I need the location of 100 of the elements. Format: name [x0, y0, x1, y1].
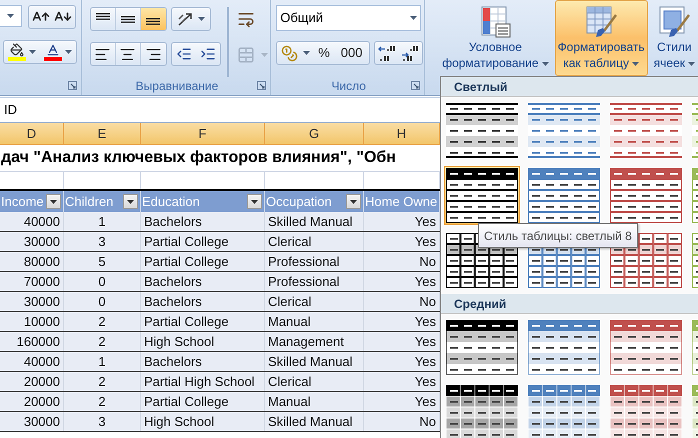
table-cell: 0: [64, 292, 141, 311]
dialog-launcher-icon[interactable]: [257, 81, 266, 90]
decrease-indent-icon[interactable]: [176, 46, 192, 62]
table-cell: High School: [141, 332, 265, 351]
column-header[interactable]: F: [141, 123, 265, 145]
table-cell: 0: [64, 272, 141, 291]
vertical-align-icon: [146, 18, 160, 25]
table-cell: Bachelors: [141, 292, 265, 311]
column-header[interactable]: D: [0, 123, 64, 145]
vertical-align-icon: [120, 16, 135, 22]
table-cell: Management: [265, 332, 364, 351]
table-cell: 30000: [0, 292, 64, 311]
table-cell: 3: [64, 232, 141, 251]
filter-button[interactable]: [123, 194, 138, 209]
table-cell: 20000: [0, 372, 64, 391]
wrap-text-icon[interactable]: [236, 10, 255, 28]
table-cell: Clerical: [265, 232, 364, 251]
table-cell: 30000: [0, 412, 64, 431]
formula-value: ID: [3, 101, 17, 120]
table-cell: 2: [64, 332, 141, 351]
filter-button[interactable]: [247, 194, 262, 209]
column-header[interactable]: G: [265, 123, 364, 145]
table-cell: Professional: [265, 252, 364, 271]
diagonal-arrow-icon: [176, 11, 195, 27]
merge-cells-icon[interactable]: [236, 46, 255, 64]
gallery-section-title: Средний: [454, 296, 506, 312]
caret-icon: [542, 62, 549, 66]
table-cell: 5: [64, 252, 141, 271]
table-cell: Partial College: [141, 252, 265, 271]
table-header: Occupation: [266, 192, 333, 211]
caret-icon: [260, 53, 268, 57]
table-brush-icon: [584, 5, 618, 39]
dialog-launcher-icon[interactable]: [411, 81, 420, 90]
caret-icon: [29, 50, 36, 54]
table-cell: Professional: [265, 272, 364, 291]
table-cell: Clerical: [265, 292, 364, 311]
style-command-button[interactable]: Форматировать как таблицу: [554, 0, 648, 76]
dialog-launcher-icon[interactable]: [68, 81, 77, 90]
caret-icon: [350, 200, 357, 204]
table-cell: Manual: [265, 392, 364, 411]
table-cell: 30000: [0, 232, 64, 251]
filter-button[interactable]: [346, 194, 361, 209]
group-label: Выравнивание: [136, 80, 218, 92]
table-cell: Bachelors: [141, 212, 265, 231]
table-cell: 80000: [0, 252, 64, 271]
table-cell: 40000: [0, 212, 64, 231]
table-cell: 2: [64, 312, 141, 331]
filter-button[interactable]: [46, 194, 61, 209]
cell-brush-icon: [657, 5, 692, 39]
increase-indent-icon[interactable]: [200, 46, 216, 62]
caret-icon: [251, 200, 258, 204]
table-cell: Partial College: [141, 312, 265, 331]
table-cell: 20000: [0, 392, 64, 411]
font-color-icon[interactable]: [44, 43, 62, 61]
caret-icon: [303, 51, 310, 55]
table-cell: 2: [64, 392, 141, 411]
number-style-button[interactable]: %: [315, 43, 333, 63]
fill-color-icon[interactable]: [8, 43, 26, 61]
increase-decimal-icon: [378, 44, 396, 62]
table-cell: 3: [64, 412, 141, 431]
caret-icon: [7, 14, 14, 18]
font-size-dropdown[interactable]: [0, 5, 22, 27]
table-cell: 1: [64, 212, 141, 231]
caret-icon: [688, 62, 695, 66]
orientation-button[interactable]: [170, 7, 211, 31]
table-cell: Bachelors: [141, 352, 265, 371]
gallery-section-title: Светлый: [454, 78, 508, 96]
column-header[interactable]: E: [64, 123, 141, 145]
table-cell: Partial College: [141, 232, 265, 251]
table-cell: 1: [64, 352, 141, 371]
style-command-button[interactable]: Стили ячеек: [650, 0, 698, 76]
table-cell: 40000: [0, 352, 64, 371]
table-cell: Skilled Manual: [265, 212, 364, 231]
caret-icon: [50, 200, 57, 204]
number-format-dropdown[interactable]: Общий: [276, 5, 422, 31]
caret-icon: [632, 62, 639, 66]
table-header: Home Owne: [365, 192, 438, 211]
table-header: Income: [1, 192, 45, 211]
vertical-align-icon: [96, 13, 110, 20]
caret-icon: [65, 50, 72, 54]
caret-icon: [127, 200, 134, 204]
caret-icon: [198, 17, 205, 21]
table-header: Children: [65, 192, 114, 211]
number-style-button[interactable]: 000: [338, 43, 366, 63]
sheet-title: дач "Анализ ключевых факторов влияния", "Обн: [0, 148, 396, 168]
column-header[interactable]: H: [364, 123, 440, 145]
currency-icon[interactable]: [281, 44, 298, 62]
table-cell: High School: [141, 412, 265, 431]
table-cell: Bachelors: [141, 272, 265, 291]
caret-icon: [410, 16, 418, 20]
table-cell: 160000: [0, 332, 64, 351]
table-cell: Manual: [265, 312, 364, 331]
style-command-button[interactable]: Условное форматирование: [439, 0, 552, 76]
table-cell: Clerical: [265, 372, 364, 391]
decrease-decimal-icon: [401, 44, 420, 62]
vertical-align-button[interactable]: [140, 8, 166, 30]
table-cell: 2: [64, 372, 141, 391]
table-cell: Partial College: [141, 392, 265, 411]
table-header: Education: [142, 192, 201, 211]
table-cell: 70000: [0, 272, 64, 291]
